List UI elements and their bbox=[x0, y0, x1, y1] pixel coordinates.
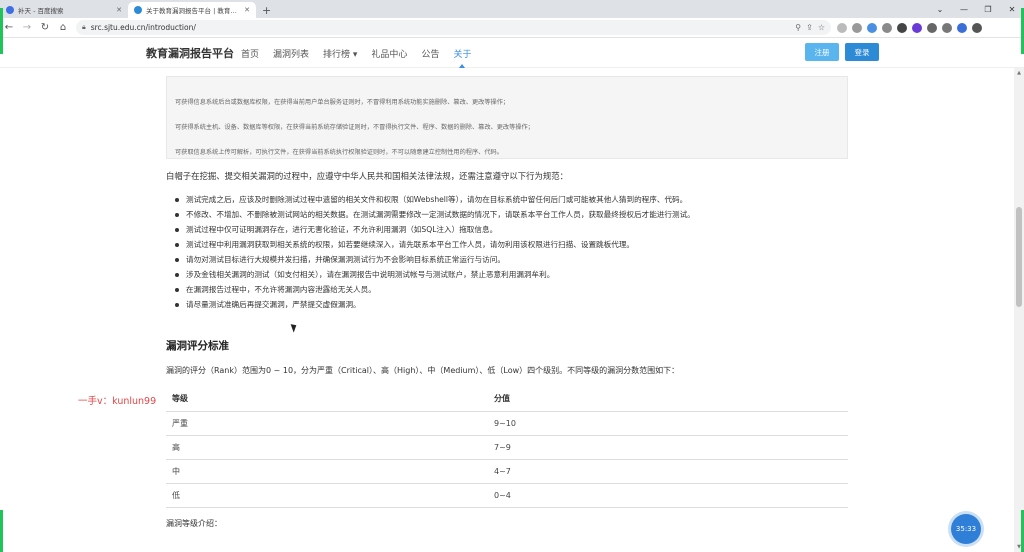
score-cell: 9~10 bbox=[488, 411, 848, 436]
browser-tab-baidu[interactable]: 补天 - 百度搜索 ✕ bbox=[0, 2, 128, 18]
zoom-icon[interactable]: ⚲ bbox=[795, 23, 801, 32]
address-bar[interactable]: 🔒︎ src.sjtu.edu.cn/introduction/ ⚲ ⇪ ☆ bbox=[76, 20, 831, 35]
login-button[interactable]: 登录 bbox=[845, 43, 879, 61]
list-item: 测试过程中利用漏洞获取到相关系统的权限，如若要继续深入，请先联系本平台工作人员，… bbox=[175, 237, 695, 252]
minimize-button[interactable]: — bbox=[952, 0, 976, 18]
score-cell: 4~7 bbox=[488, 459, 848, 484]
scroll-up-icon[interactable]: ▲ bbox=[1014, 68, 1024, 78]
tab-close-icon[interactable]: ✕ bbox=[244, 6, 250, 14]
permission-notes-box: 可获得信息系统后台或数据库权限，在获得当前用户单台服务证则时，不冒得利用系统功能… bbox=[166, 76, 848, 159]
watermark-text: 一手v：kunlun99 bbox=[78, 396, 157, 407]
level-intro-heading: 漏洞等级介绍： bbox=[166, 519, 222, 528]
list-item: 请尽量测试准确后再提交漏洞，严禁提交虚假漏洞。 bbox=[175, 297, 695, 312]
list-item: 请勿对测试目标进行大规模并发扫描，并确保漏洞测试行为不会影响目标系统正常运行与访… bbox=[175, 252, 695, 267]
extension-icon[interactable] bbox=[852, 22, 862, 33]
restore-button[interactable]: ❐ bbox=[976, 0, 1000, 18]
browser-toolbar: ← → ↻ ⌂ 🔒︎ src.sjtu.edu.cn/introduction/… bbox=[0, 18, 1024, 38]
column-header: 等级 bbox=[166, 387, 488, 412]
list-item: 在漏洞报告过程中，不允许将漏洞内容泄露给无关人员。 bbox=[175, 282, 695, 297]
reading-list-icon[interactable] bbox=[942, 22, 952, 33]
forward-arrow-icon[interactable]: → bbox=[18, 19, 36, 37]
extension-icon[interactable] bbox=[897, 22, 907, 33]
table-row: 中 4~7 bbox=[166, 459, 848, 484]
screen-edge-indicator bbox=[0, 510, 3, 552]
table-header-row: 等级 分值 bbox=[166, 387, 848, 412]
url-text: src.sjtu.edu.cn/introduction/ bbox=[90, 23, 196, 32]
conduct-rules-list: 测试完成之后，应该及时删除测试过程中遗留的相关文件和权限（如Webshell等）… bbox=[175, 192, 695, 312]
level-cell: 低 bbox=[166, 483, 488, 508]
level-cell: 严重 bbox=[166, 411, 488, 436]
extension-icon[interactable] bbox=[912, 22, 922, 33]
profile-avatar-icon[interactable] bbox=[957, 22, 967, 33]
reload-icon[interactable]: ↻ bbox=[36, 19, 54, 37]
extension-icon[interactable] bbox=[837, 22, 847, 33]
page-scrollbar[interactable] bbox=[1014, 68, 1024, 552]
tab-search-chevron-icon[interactable]: ⌄ bbox=[928, 0, 952, 18]
main-nav: 首页 漏洞列表 排行榜 ▾ 礼品中心 公告 关于 bbox=[241, 38, 471, 68]
page-content: 可获得信息系统后台或数据库权限，在获得当前用户单台服务证则时，不冒得利用系统功能… bbox=[0, 68, 1014, 552]
home-icon[interactable]: ⌂ bbox=[54, 19, 72, 37]
column-header: 分值 bbox=[488, 387, 848, 412]
list-item: 测试完成之后，应该及时删除测试过程中遗留的相关文件和权限（如Webshell等）… bbox=[175, 192, 695, 207]
nav-announcement[interactable]: 公告 bbox=[421, 38, 439, 68]
level-cell: 高 bbox=[166, 435, 488, 460]
tab-title: 补天 - 百度搜索 bbox=[18, 7, 64, 15]
screen-edge-indicator bbox=[0, 8, 3, 54]
section-title: 漏洞评分标准 bbox=[166, 340, 229, 352]
list-item: 不修改、不增加、不删除被测试网站的相关数据。在测试漏洞需要修改一定测试数据的情况… bbox=[175, 207, 695, 222]
browser-tab-active[interactable]: 关于教育漏洞报告平台 | 教育漏洞报告平台 ✕ bbox=[128, 2, 256, 18]
site-header: 教育漏洞报告平台 首页 漏洞列表 排行榜 ▾ 礼品中心 公告 关于 注册 登录 bbox=[0, 38, 1024, 68]
baidu-favicon-icon bbox=[6, 6, 14, 14]
register-button[interactable]: 注册 bbox=[805, 43, 839, 61]
note-line: 可获取信息系统上传可解析，可执行文件，在获得当前系统执行权限验证则时，不可以随意… bbox=[175, 149, 503, 156]
window-controls: ⌄ — ❐ ✕ bbox=[928, 0, 1024, 18]
nav-about[interactable]: 关于 bbox=[453, 38, 471, 68]
extension-icon[interactable] bbox=[882, 22, 892, 33]
tab-title: 关于教育漏洞报告平台 | 教育漏洞报告平台 bbox=[146, 7, 240, 15]
score-cell: 0~4 bbox=[488, 483, 848, 508]
conduct-intro: 白帽子在挖掘、提交相关漏洞的过程中，应遵守中华人民共和国相关法律法规，还需注意遵… bbox=[166, 171, 568, 181]
bookmark-star-icon[interactable]: ☆ bbox=[818, 23, 825, 32]
rank-description: 漏洞的评分（Rank）范围为0 ~ 10，分为严重（Critical）、高（Hi… bbox=[166, 366, 680, 375]
extension-icon[interactable] bbox=[867, 22, 877, 33]
menu-dots-icon[interactable] bbox=[972, 22, 982, 33]
nav-home[interactable]: 首页 bbox=[241, 38, 259, 68]
table-row: 高 7~9 bbox=[166, 435, 848, 460]
nav-ranking[interactable]: 排行榜 ▾ bbox=[323, 38, 357, 68]
list-item: 测试过程中仅可证明漏洞存在，进行无害化验证，不允许利用漏洞（如SQL注入）拖取信… bbox=[175, 222, 695, 237]
tab-close-icon[interactable]: ✕ bbox=[116, 6, 122, 14]
table-row: 低 0~4 bbox=[166, 483, 848, 508]
nav-gift-center[interactable]: 礼品中心 bbox=[371, 38, 407, 68]
scrollbar-thumb[interactable] bbox=[1016, 207, 1022, 307]
note-line: 可获得信息系统后台或数据库权限，在获得当前用户单台服务证则时，不冒得利用系统功能… bbox=[175, 99, 510, 106]
nav-vuln-list[interactable]: 漏洞列表 bbox=[273, 38, 309, 68]
note-line: 可获得系统主机、设备、数据库等权限，在获得当前系统存储验证则时，不冒得执行文件、… bbox=[175, 124, 534, 131]
score-table: 等级 分值 严重 9~10 高 7~9 中 4~7 低 0~4 bbox=[166, 387, 848, 508]
table-row: 严重 9~10 bbox=[166, 411, 848, 436]
lock-icon[interactable]: 🔒︎ bbox=[82, 23, 86, 32]
level-cell: 中 bbox=[166, 459, 488, 484]
list-item: 涉及金钱相关漏洞的测试（如支付相关），请在漏洞报告中说明测试帐号与测试账户，禁止… bbox=[175, 267, 695, 282]
new-tab-button[interactable]: + bbox=[256, 2, 277, 18]
puzzle-icon[interactable] bbox=[927, 22, 937, 33]
site-favicon-icon bbox=[134, 6, 142, 14]
score-cell: 7~9 bbox=[488, 435, 848, 460]
browser-tab-bar: 补天 - 百度搜索 ✕ 关于教育漏洞报告平台 | 教育漏洞报告平台 ✕ + ⌄ … bbox=[0, 0, 1024, 18]
recording-timer-badge[interactable]: 35:33 bbox=[951, 514, 981, 544]
site-logo[interactable]: 教育漏洞报告平台 bbox=[146, 45, 234, 61]
share-icon[interactable]: ⇪ bbox=[806, 23, 813, 32]
extensions-area bbox=[837, 22, 982, 33]
